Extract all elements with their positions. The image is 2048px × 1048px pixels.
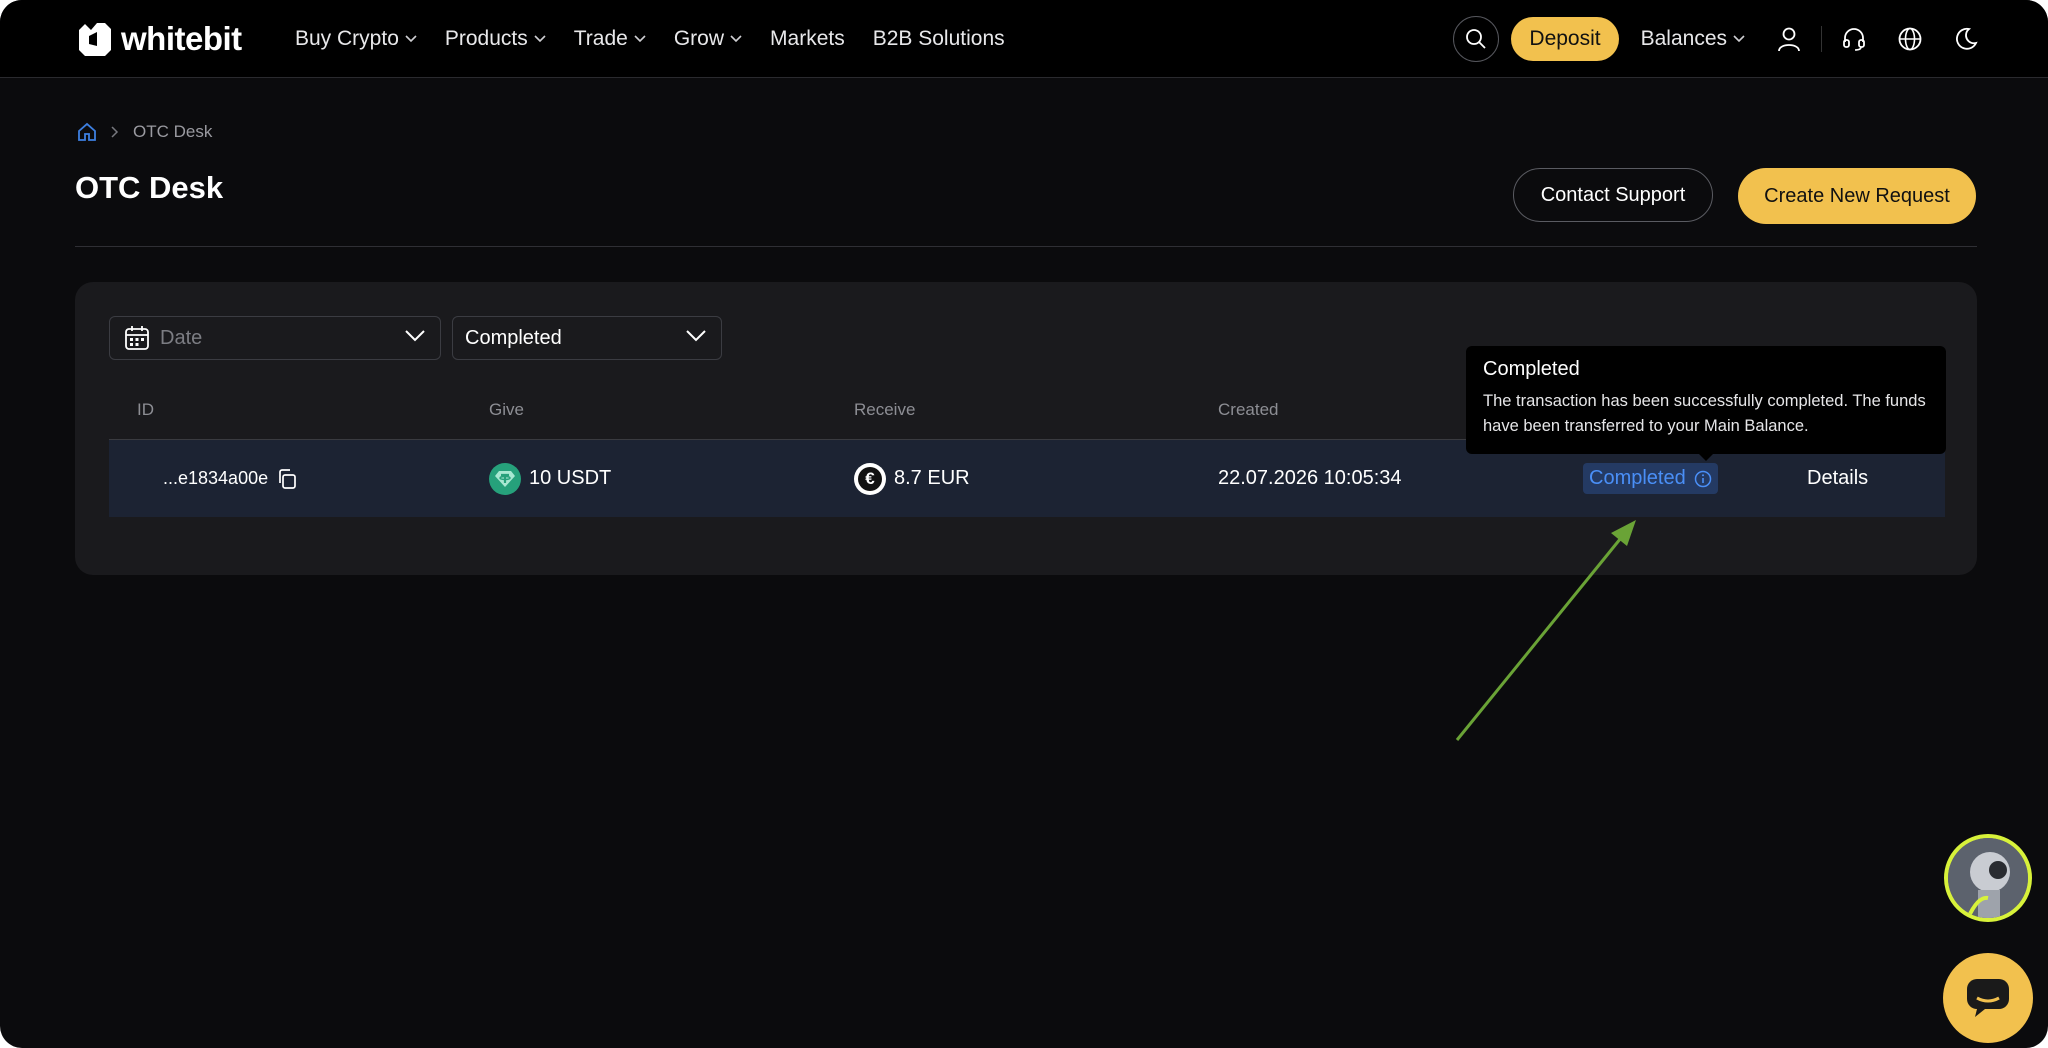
deposit-button[interactable]: Deposit xyxy=(1511,16,1619,61)
details-link[interactable]: Details xyxy=(1807,467,1868,490)
balances-dropdown[interactable]: Balances xyxy=(1641,27,1745,51)
header-divider xyxy=(75,246,1977,247)
date-filter[interactable]: Date xyxy=(109,316,441,360)
nav-item-trade[interactable]: Trade xyxy=(574,27,646,51)
chevron-down-icon xyxy=(1733,34,1745,42)
search-icon xyxy=(1466,28,1487,49)
contact-support-button[interactable]: Contact Support xyxy=(1513,168,1713,222)
assistant-avatar[interactable] xyxy=(1944,834,2032,922)
main-menu: Buy Crypto Products Trade Grow Markets B… xyxy=(295,0,1005,77)
status-filter-value: Completed xyxy=(465,326,562,349)
give-amount: 10 USDT xyxy=(529,467,612,489)
nav-label: Trade xyxy=(573,26,628,50)
chevron-down-icon xyxy=(405,34,417,42)
status-badge[interactable]: Completed xyxy=(1583,463,1718,494)
status-tooltip: Completed The transaction has been succe… xyxy=(1466,346,1946,454)
app-window: whitebit Buy Crypto Products Trade Grow … xyxy=(0,0,2048,1048)
moon-icon[interactable] xyxy=(1952,25,1980,53)
brand-name: whitebit xyxy=(121,20,242,57)
nav-item-products[interactable]: Products xyxy=(445,27,546,51)
column-header-created: Created xyxy=(1218,400,1279,419)
receive-amount: 8.7 EUR xyxy=(894,467,970,489)
eur-icon: € xyxy=(854,462,886,495)
balances-label: Balances xyxy=(1640,26,1727,50)
globe-icon[interactable] xyxy=(1896,25,1924,53)
request-id: ...e1834a00e xyxy=(163,468,269,488)
status-label: Completed xyxy=(1589,467,1686,489)
logo[interactable]: whitebit xyxy=(75,20,242,58)
nav-label: Grow xyxy=(673,26,725,50)
cell-id: ...e1834a00e xyxy=(163,440,298,517)
nav-actions: Deposit Balances xyxy=(1453,0,1980,77)
chevron-down-icon xyxy=(534,34,546,42)
robot-icon xyxy=(1948,838,2028,918)
column-header-id: ID xyxy=(137,400,154,419)
created-datetime: 22.07.2026 10:05:34 xyxy=(1218,467,1402,489)
nav-label: B2B Solutions xyxy=(872,26,1005,50)
create-new-request-button[interactable]: Create New Request xyxy=(1738,168,1976,224)
breadcrumb: OTC Desk xyxy=(77,122,212,142)
cell-receive: € 8.7 EUR xyxy=(854,440,970,517)
chat-icon xyxy=(1967,979,2009,1017)
user-icon[interactable] xyxy=(1775,25,1803,53)
tooltip-body: The transaction has been successfully co… xyxy=(1483,392,1926,435)
nav-item-buy-crypto[interactable]: Buy Crypto xyxy=(295,27,417,51)
logo-icon xyxy=(79,23,111,56)
date-filter-placeholder: Date xyxy=(160,326,203,349)
copy-icon[interactable] xyxy=(276,468,298,490)
search-button[interactable] xyxy=(1453,15,1500,62)
breadcrumb-current: OTC Desk xyxy=(133,122,213,141)
chevron-down-icon xyxy=(730,34,742,42)
cell-give: 10 USDT xyxy=(489,440,611,517)
chat-button[interactable] xyxy=(1943,953,2033,1043)
top-nav: whitebit Buy Crypto Products Trade Grow … xyxy=(0,0,2048,78)
tooltip-pointer xyxy=(1698,453,1714,461)
chevron-down-icon xyxy=(405,330,425,342)
chevron-down-icon xyxy=(686,330,706,342)
usdt-icon xyxy=(489,462,521,495)
column-header-receive: Receive xyxy=(854,400,916,419)
info-icon[interactable] xyxy=(1694,470,1712,488)
nav-label: Products xyxy=(444,26,528,50)
headset-icon[interactable] xyxy=(1840,25,1868,53)
status-filter[interactable]: Completed xyxy=(452,316,722,360)
home-icon[interactable] xyxy=(77,122,97,142)
nav-label: Buy Crypto xyxy=(295,26,399,50)
column-header-give: Give xyxy=(489,400,524,419)
nav-item-markets[interactable]: Markets xyxy=(770,27,845,51)
tooltip-title: Completed xyxy=(1483,358,1580,380)
nav-label: Markets xyxy=(770,26,845,50)
page-title: OTC Desk xyxy=(75,170,224,205)
chevron-down-icon xyxy=(634,34,646,42)
calendar-icon xyxy=(125,326,149,350)
nav-item-b2b-solutions[interactable]: B2B Solutions xyxy=(873,27,1005,51)
cell-created: 22.07.2026 10:05:34 xyxy=(1218,440,1402,517)
nav-divider xyxy=(1821,25,1822,52)
nav-item-grow[interactable]: Grow xyxy=(674,27,742,51)
chevron-right-icon xyxy=(111,126,119,138)
